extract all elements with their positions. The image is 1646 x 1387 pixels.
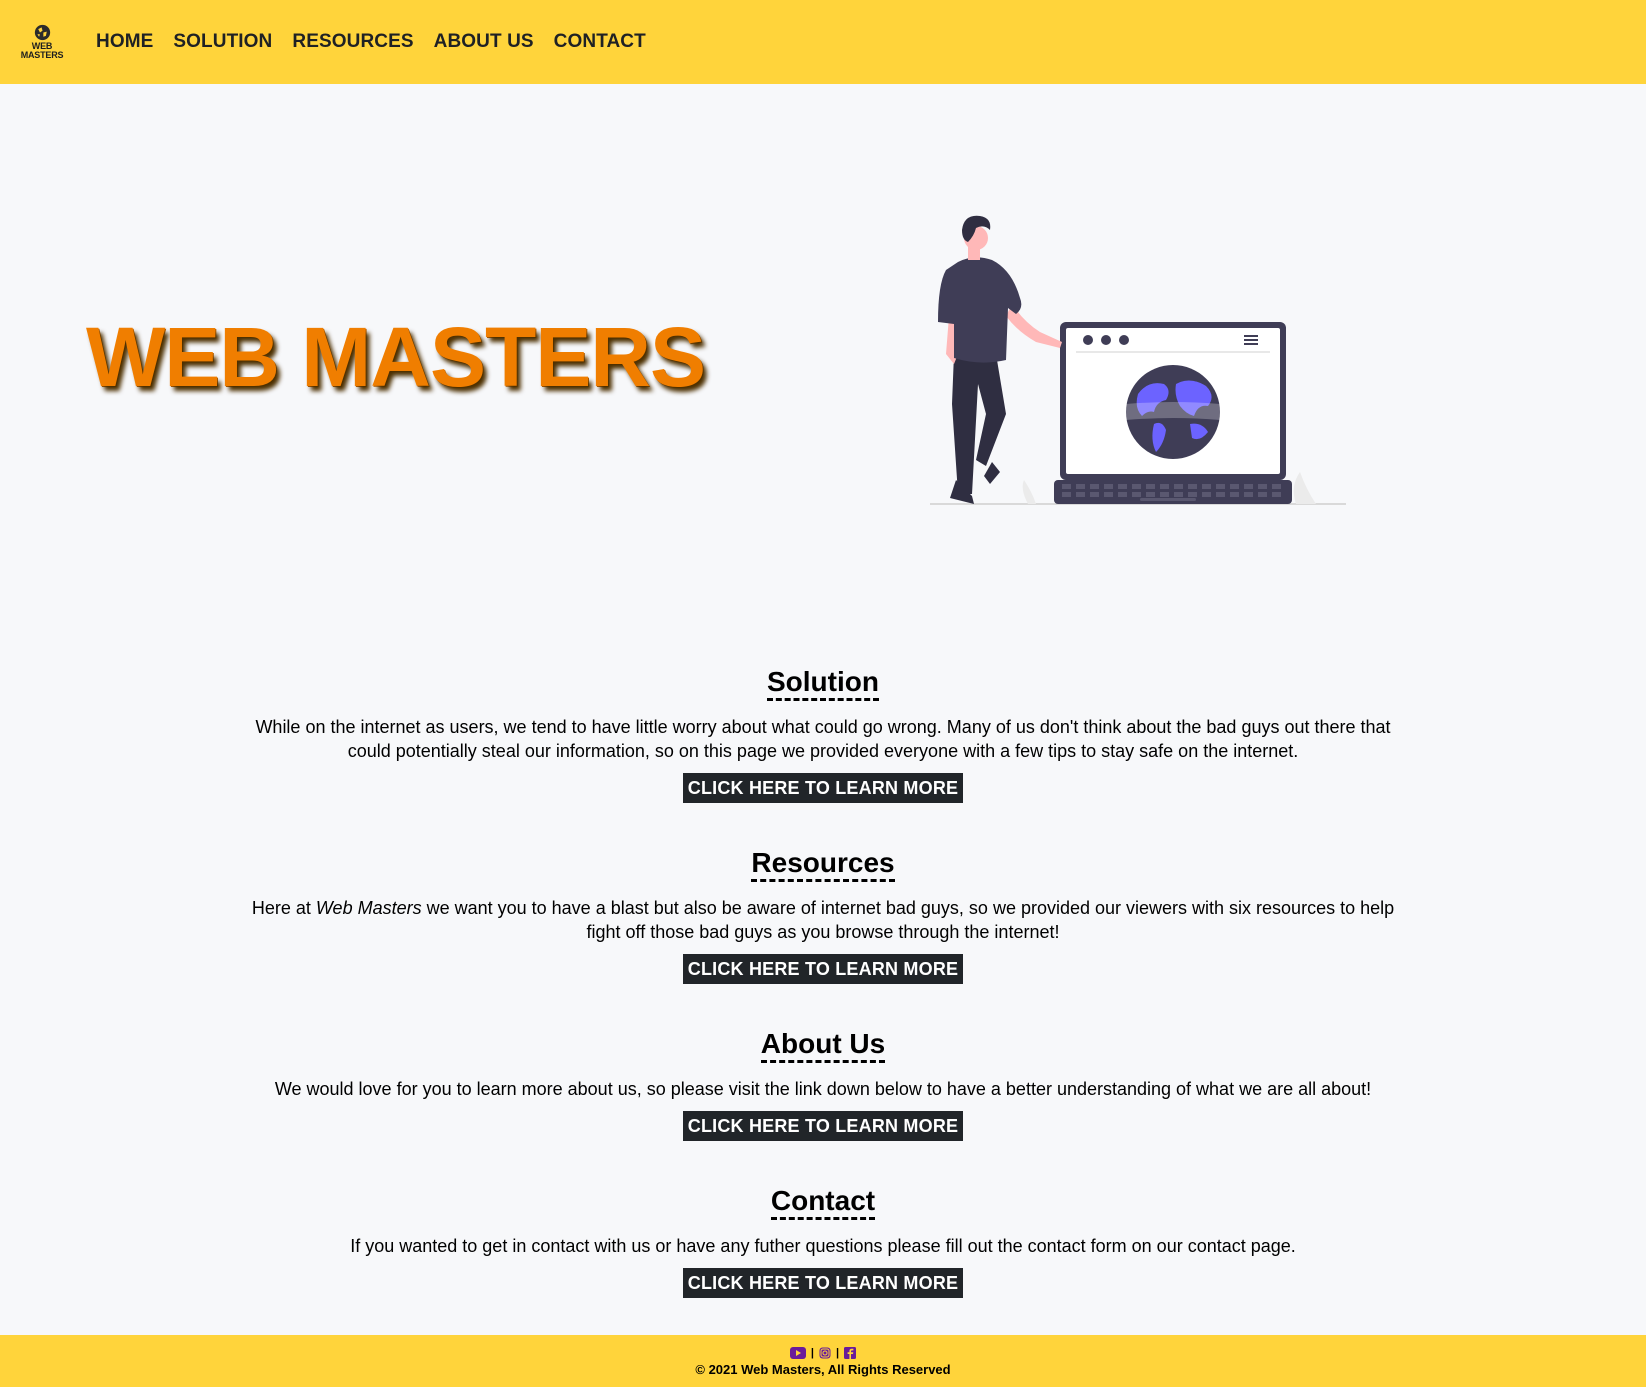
section-title: About Us: [760, 1028, 886, 1063]
section-text: We would love for you to learn more abou…: [274, 1079, 1372, 1099]
learn-more-button-contact[interactable]: CLICK HERE TO LEARN MORE: [682, 1268, 964, 1298]
logo-text: WEB MASTERS: [20, 41, 64, 60]
section-about-us: About Us We would love for you to learn …: [0, 1028, 1646, 1141]
section-title: Solution: [767, 666, 879, 701]
nav-solution[interactable]: SOLUTION: [173, 31, 272, 53]
nav-contact[interactable]: CONTACT: [554, 31, 646, 53]
main-nav: HOME SOLUTION RESOURCES ABOUT US CONTACT: [96, 31, 666, 53]
section-title: Resources: [751, 847, 895, 882]
learn-more-button-resources[interactable]: CLICK HERE TO LEARN MORE: [682, 954, 964, 984]
facebook-icon[interactable]: [844, 1347, 857, 1359]
youtube-icon[interactable]: [789, 1347, 806, 1359]
nav-about-us[interactable]: ABOUT US: [434, 31, 534, 53]
section-resources: Resources Here at Web Masters we want yo…: [0, 847, 1646, 984]
instagram-icon[interactable]: [819, 1347, 831, 1359]
separator: |: [810, 1347, 814, 1359]
navbar: WEB MASTERS HOME SOLUTION RESOURCES ABOU…: [0, 0, 1646, 84]
brand-emphasis: Web Masters: [315, 898, 422, 918]
globe-icon: [34, 24, 50, 41]
section-solution: Solution While on the internet as users,…: [0, 666, 1646, 803]
section-text: While on the internet as users, we tend …: [255, 717, 1391, 761]
person-with-laptop-illustration: [930, 215, 1346, 505]
footer: | | © 2021 Web Masters, All Rights Reser…: [0, 1335, 1646, 1387]
hero-title: WEB MASTERS: [86, 310, 706, 404]
separator: |: [836, 1347, 840, 1359]
section-contact: Contact If you wanted to get in contact …: [0, 1185, 1646, 1298]
learn-more-button-about-us[interactable]: CLICK HERE TO LEARN MORE: [682, 1111, 964, 1141]
learn-more-button-solution[interactable]: CLICK HERE TO LEARN MORE: [682, 773, 964, 803]
section-text: If you wanted to get in contact with us …: [350, 1236, 1296, 1256]
info-sections: Solution While on the internet as users,…: [0, 666, 1646, 1298]
social-links: | |: [0, 1345, 1646, 1361]
nav-resources[interactable]: RESOURCES: [292, 31, 413, 53]
section-text: Here at Web Masters we want you to have …: [251, 898, 1395, 942]
brand-logo[interactable]: WEB MASTERS: [14, 20, 70, 64]
copyright-text: © 2021 Web Masters, All Rights Reserved: [695, 1362, 951, 1377]
nav-home[interactable]: HOME: [96, 31, 153, 53]
section-title: Contact: [770, 1185, 876, 1220]
